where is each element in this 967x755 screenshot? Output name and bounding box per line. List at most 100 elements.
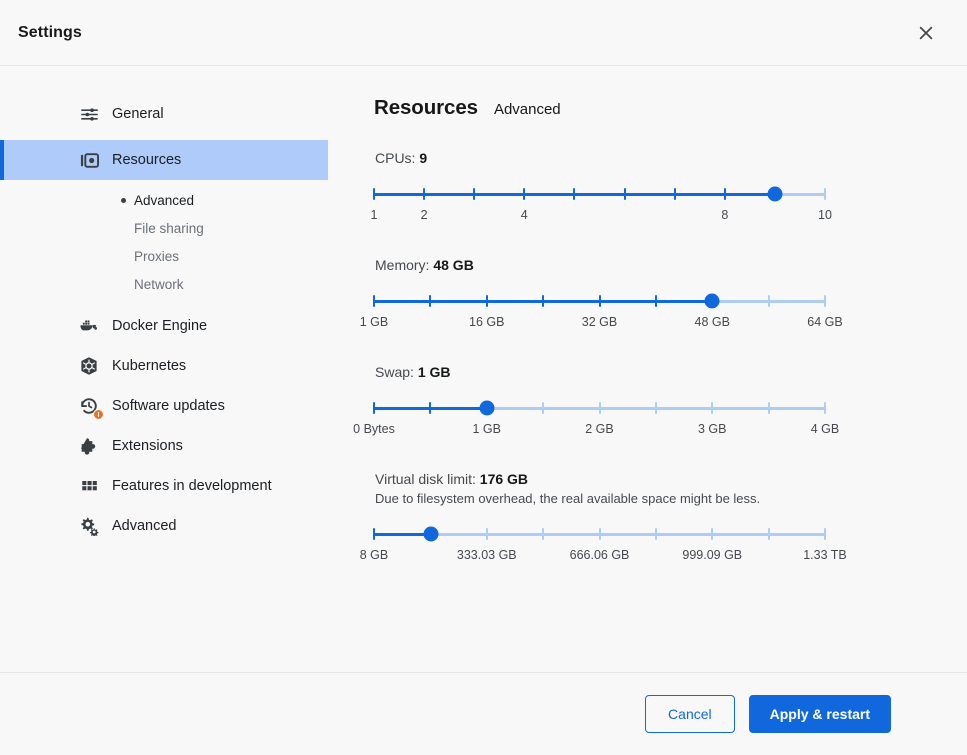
sidebar-item-docker-engine[interactable]: Docker Engine [0, 306, 328, 346]
slider-tick [824, 528, 826, 540]
scale-label: 1 GB [472, 422, 502, 436]
sidebar: General Resources Advanced File sharing … [0, 66, 328, 672]
slider-scale-virtual-disk-limit: 8 GB 333.03 GB 666.06 GB 999.09 GB 1.33 TB [360, 548, 847, 568]
content-subtitle: Advanced [493, 101, 561, 118]
sidebar-subitem-label: Proxies [134, 248, 180, 264]
scale-label: 2 GB [585, 422, 614, 436]
close-icon [917, 24, 935, 42]
sidebar-item-advanced[interactable]: Advanced [0, 506, 328, 546]
scale-label: 0 Bytes [353, 422, 395, 436]
scale-label: 999.09 GB [682, 548, 743, 562]
kubernetes-helm-icon [78, 355, 100, 377]
slider-tick [523, 188, 526, 200]
slider-block-cpus: CPUs: 9 1 2 4 8 10 [370, 150, 967, 228]
slider-label-memory: Memory: 48 GB [375, 257, 967, 273]
slider-tick [542, 528, 545, 540]
slider-tick [373, 402, 375, 414]
slider-memory[interactable] [373, 293, 826, 309]
content-header: Resources Advanced [374, 96, 967, 120]
close-button[interactable] [909, 16, 943, 50]
slider-tick [711, 402, 714, 414]
slider-tick [767, 528, 770, 540]
slider-label-prefix: Memory: [375, 257, 430, 273]
slider-label-virtual-disk-limit: Virtual disk limit: 176 GB [375, 471, 967, 487]
resources-icon [78, 149, 100, 171]
sidebar-subitem-proxies[interactable]: Proxies [0, 242, 328, 270]
sidebar-subitem-label: File sharing [134, 220, 204, 236]
slider-tick [542, 402, 545, 414]
slider-label-swap: Swap: 1 GB [375, 364, 967, 380]
slider-tick [623, 188, 626, 200]
slider-tick [429, 402, 432, 414]
slider-tick [542, 295, 545, 307]
slider-value: 48 GB [433, 257, 474, 273]
slider-tick [485, 528, 488, 540]
slider-value: 1 GB [417, 364, 451, 380]
slider-thumb-cpus[interactable] [767, 186, 783, 202]
slider-tick [429, 295, 432, 307]
tune-sliders-icon [78, 103, 100, 125]
scale-label: 32 GB [581, 315, 618, 329]
sidebar-item-label: Features in development [112, 478, 272, 494]
sidebar-item-kubernetes[interactable]: Kubernetes [0, 346, 328, 386]
slider-thumb-virtual-disk-limit[interactable] [423, 526, 439, 542]
sidebar-item-features-in-development[interactable]: Features in development [0, 466, 328, 506]
slider-cpus[interactable] [373, 186, 826, 202]
sidebar-subitem-label: Network [134, 276, 184, 292]
slider-tick [654, 295, 657, 307]
sidebar-item-label: Advanced [112, 518, 177, 534]
settings-window: Settings General Resources Advanced File… [0, 0, 967, 755]
apply-and-restart-button[interactable]: Apply & restart [748, 695, 891, 733]
sidebar-item-software-updates[interactable]: Software updates [0, 386, 328, 426]
slider-label-prefix: Virtual disk limit: [375, 471, 476, 487]
update-history-icon [78, 395, 104, 420]
update-alert-badge [93, 409, 104, 420]
slider-tick [711, 528, 714, 540]
slider-block-swap: Swap: 1 GB 0 Bytes 1 GB 2 GB 3 GB 4 GB [353, 364, 967, 442]
scale-label: 8 [721, 208, 729, 222]
slider-block-memory: Memory: 48 GB 1 GB 16 GB 32 GB 48 GB 64 GB [360, 257, 967, 335]
scale-label: 666.06 GB [569, 548, 630, 562]
content-title: Resources [374, 96, 478, 119]
sidebar-item-extensions[interactable]: Extensions [0, 426, 328, 466]
slider-swap[interactable] [373, 400, 826, 416]
scale-label: 64 GB [807, 315, 843, 329]
slider-virtual-disk-limit[interactable] [373, 526, 826, 542]
title-bar: Settings [0, 0, 967, 66]
scale-label: 1.33 TB [803, 548, 847, 562]
sidebar-subitem-network[interactable]: Network [0, 270, 328, 298]
scale-label: 48 GB [694, 315, 730, 329]
cancel-button[interactable]: Cancel [645, 695, 735, 733]
slider-tick [373, 188, 375, 200]
sidebar-item-label: General [112, 106, 164, 122]
scale-label: 3 GB [698, 422, 727, 436]
puzzle-piece-icon [78, 435, 100, 457]
sidebar-item-general[interactable]: General [0, 94, 328, 134]
slider-tick [767, 402, 770, 414]
slider-scale-swap: 0 Bytes 1 GB 2 GB 3 GB 4 GB [353, 422, 839, 442]
sidebar-subitem-file-sharing[interactable]: File sharing [0, 214, 328, 242]
sidebar-subitem-advanced[interactable]: Advanced [0, 186, 328, 214]
scale-label: 333.03 GB [456, 548, 517, 562]
scale-label: 2 [420, 208, 428, 222]
sidebar-item-label: Software updates [112, 398, 225, 414]
body-area: General Resources Advanced File sharing … [0, 66, 967, 672]
scale-label: 10 [818, 208, 832, 222]
slider-label-cpus: CPUs: 9 [375, 150, 967, 166]
slider-thumb-swap[interactable] [479, 400, 495, 416]
scale-label: 1 [370, 208, 378, 222]
gears-icon [78, 515, 100, 537]
sidebar-item-resources[interactable]: Resources [0, 140, 328, 180]
sidebar-item-label: Docker Engine [112, 318, 208, 334]
slider-thumb-memory[interactable] [704, 293, 720, 309]
slider-tick [373, 295, 375, 307]
slider-hint-virtual-disk-limit: Due to filesystem overhead, the real ava… [375, 491, 761, 506]
sidebar-item-label: Resources [112, 152, 182, 168]
slider-label-prefix: CPUs: [375, 150, 416, 166]
slider-track-fill [374, 533, 431, 536]
page-title: Settings [18, 23, 82, 41]
scale-label: 1 GB [359, 315, 389, 329]
sidebar-item-label: Extensions [112, 438, 183, 454]
sliders-container: CPUs: 9 1 2 4 8 10 Memory: 48 GB 1 GB 16 GB 32 GB… [353, 150, 967, 568]
